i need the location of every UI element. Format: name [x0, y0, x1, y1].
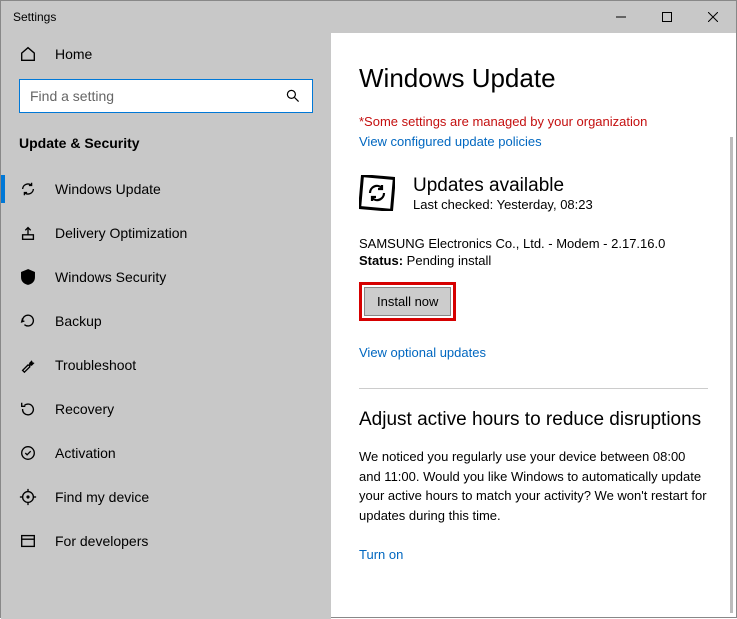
optional-updates-link[interactable]: View optional updates: [359, 345, 708, 360]
search-icon: [284, 87, 302, 105]
sidebar-item-label: Backup: [55, 313, 102, 329]
last-checked: Last checked: Yesterday, 08:23: [413, 197, 593, 212]
home-label: Home: [55, 46, 92, 62]
titlebar: Settings: [1, 1, 736, 33]
sidebar-item-label: Activation: [55, 445, 116, 461]
update-status-icon: [359, 175, 395, 211]
section-heading: Update & Security: [1, 113, 331, 167]
location-icon: [19, 488, 37, 506]
active-hours-body: We noticed you regularly use your device…: [359, 447, 708, 525]
sidebar-item-label: Troubleshoot: [55, 357, 136, 373]
sidebar-item-label: For developers: [55, 533, 148, 549]
sidebar-item-label: Windows Update: [55, 181, 161, 197]
sidebar-item-recovery[interactable]: Recovery: [1, 387, 331, 431]
sidebar-item-backup[interactable]: Backup: [1, 299, 331, 343]
minimize-button[interactable]: [598, 1, 644, 33]
sidebar-item-activation[interactable]: Activation: [1, 431, 331, 475]
backup-icon: [19, 312, 37, 330]
search-input[interactable]: [30, 88, 284, 104]
sidebar-item-label: Recovery: [55, 401, 114, 417]
update-item-status: Status: Pending install: [359, 253, 708, 268]
scrollbar[interactable]: [730, 137, 733, 613]
window-title: Settings: [1, 10, 56, 24]
sidebar-item-for-developers[interactable]: For developers: [1, 519, 331, 563]
sidebar-item-delivery-optimization[interactable]: Delivery Optimization: [1, 211, 331, 255]
search-box[interactable]: [19, 79, 313, 113]
sidebar-item-label: Windows Security: [55, 269, 166, 285]
sidebar-item-windows-security[interactable]: Windows Security: [1, 255, 331, 299]
divider: [359, 388, 708, 389]
active-hours-heading: Adjust active hours to reduce disruption…: [359, 409, 708, 431]
sidebar-item-troubleshoot[interactable]: Troubleshoot: [1, 343, 331, 387]
sidebar-item-windows-update[interactable]: Windows Update: [1, 167, 331, 211]
turn-on-link[interactable]: Turn on: [359, 547, 708, 562]
activation-icon: [19, 444, 37, 462]
sidebar-item-label: Delivery Optimization: [55, 225, 187, 241]
sidebar-item-find-my-device[interactable]: Find my device: [1, 475, 331, 519]
update-item-name: SAMSUNG Electronics Co., Ltd. - Modem - …: [359, 236, 708, 251]
sidebar-home[interactable]: Home: [1, 33, 331, 71]
page-heading: Windows Update: [359, 63, 708, 94]
install-now-button[interactable]: Install now: [364, 287, 451, 316]
home-icon: [19, 45, 37, 63]
sync-icon: [19, 180, 37, 198]
main-pane: Windows Update *Some settings are manage…: [331, 33, 736, 619]
wrench-icon: [19, 356, 37, 374]
policies-link[interactable]: View configured update policies: [359, 134, 542, 149]
highlight-box: Install now: [359, 282, 456, 321]
managed-note: *Some settings are managed by your organ…: [359, 114, 708, 129]
maximize-button[interactable]: [644, 1, 690, 33]
updates-title: Updates available: [413, 175, 593, 197]
close-button[interactable]: [690, 1, 736, 33]
sidebar: Home Update & Security Windows Update De…: [1, 33, 331, 619]
delivery-icon: [19, 224, 37, 242]
developers-icon: [19, 532, 37, 550]
shield-icon: [19, 268, 37, 286]
recovery-icon: [19, 400, 37, 418]
sidebar-item-label: Find my device: [55, 489, 149, 505]
